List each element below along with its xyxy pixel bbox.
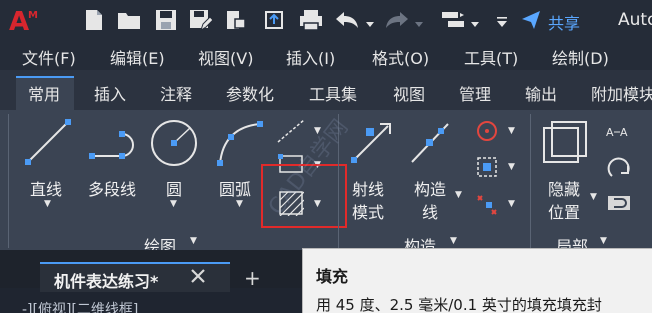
- workspace-switch-icon[interactable]: [440, 8, 464, 32]
- divide-tool-icon[interactable]: [474, 154, 500, 180]
- ray-tool-icon[interactable]: [348, 118, 392, 166]
- menu-insert[interactable]: 插入(I): [286, 45, 335, 69]
- open-folder-icon[interactable]: [116, 8, 140, 32]
- redo-dropdown-icon[interactable]: [414, 14, 424, 27]
- tab-home[interactable]: 常用: [28, 81, 60, 105]
- line-tool-icon[interactable]: [22, 118, 74, 168]
- menu-edit[interactable]: 编辑(E): [110, 45, 165, 69]
- text-align-icon[interactable]: AA: [604, 118, 634, 144]
- ray-label-line1[interactable]: 射线: [352, 176, 384, 200]
- app-logo-icon[interactable]: A M: [8, 4, 40, 37]
- polyline-tool-icon[interactable]: [88, 128, 148, 162]
- redo-icon[interactable]: [384, 8, 408, 32]
- upload-icon[interactable]: [262, 8, 286, 32]
- circle-tool-icon[interactable]: [148, 118, 200, 168]
- menu-tools[interactable]: 工具(T): [464, 45, 518, 69]
- tab-annotate[interactable]: 注释: [160, 81, 192, 105]
- tab-addins[interactable]: 附加模块: [591, 81, 652, 105]
- tab-insert[interactable]: 插入: [94, 81, 126, 105]
- tab-manage[interactable]: 管理: [459, 81, 491, 105]
- point-tool-icon[interactable]: [474, 118, 500, 144]
- save-icon[interactable]: [154, 8, 178, 32]
- workspace-dropdown-icon[interactable]: [470, 14, 480, 27]
- construct-panel-expand-icon[interactable]: ▼: [450, 236, 457, 246]
- construction-line-small-icon[interactable]: [276, 118, 306, 144]
- rotate-text-icon[interactable]: [604, 154, 634, 182]
- menu-view[interactable]: 视图(V): [198, 45, 253, 69]
- arc-tool-label[interactable]: 圆弧: [219, 176, 251, 200]
- panel-separator-2: [530, 114, 531, 248]
- hide-dropdown-icon[interactable]: ▼: [590, 192, 597, 202]
- svg-text:A: A: [620, 126, 628, 139]
- measure-dropdown-icon[interactable]: ▼: [508, 199, 515, 209]
- app-title: Auto: [618, 10, 652, 30]
- svg-text:M: M: [28, 10, 38, 21]
- tab-output[interactable]: 输出: [525, 81, 557, 105]
- divide-dropdown-icon[interactable]: ▼: [508, 162, 515, 172]
- line-dropdown-icon[interactable]: ▼: [44, 199, 51, 209]
- undo-icon[interactable]: [334, 8, 358, 32]
- tab-toolsets[interactable]: 工具集: [309, 81, 357, 105]
- new-file-icon[interactable]: [82, 8, 106, 32]
- line-tool-label[interactable]: 直线: [30, 176, 62, 200]
- xline-label-line1[interactable]: 构造: [414, 176, 446, 200]
- share-button[interactable]: 共享: [520, 9, 580, 35]
- bracket-tool-icon[interactable]: [604, 190, 634, 216]
- customize-quick-access-icon[interactable]: [496, 13, 508, 27]
- svg-text:A: A: [606, 126, 614, 139]
- hide-label-line2[interactable]: 位置: [548, 199, 580, 223]
- ray-label-line2[interactable]: 模式: [352, 199, 384, 223]
- share-label: 共享: [548, 14, 581, 33]
- arc-tool-icon[interactable]: [214, 118, 266, 168]
- local-panel-expand-icon[interactable]: ▼: [600, 236, 607, 246]
- panel-edge: [8, 114, 9, 248]
- hide-objects-icon[interactable]: [540, 118, 590, 168]
- measure-tool-icon[interactable]: [474, 190, 500, 216]
- close-tab-icon[interactable]: [190, 268, 206, 284]
- undo-dropdown-icon[interactable]: [365, 14, 375, 27]
- draw-panel-expand-icon[interactable]: ▼: [190, 236, 197, 246]
- menu-format[interactable]: 格式(O): [372, 45, 429, 69]
- point-dropdown-icon[interactable]: ▼: [508, 126, 515, 136]
- arc-dropdown-icon[interactable]: ▼: [236, 199, 243, 209]
- cloud-save-icon[interactable]: [224, 8, 248, 32]
- tab-parametric[interactable]: 参数化: [226, 81, 274, 105]
- new-tab-button[interactable]: +: [244, 266, 261, 290]
- plot-printer-icon[interactable]: [298, 8, 322, 32]
- polyline-tool-label[interactable]: 多段线: [88, 176, 136, 200]
- menu-file[interactable]: 文件(F): [22, 45, 76, 69]
- svg-text:A: A: [9, 7, 29, 36]
- circle-tool-label[interactable]: 圆: [166, 176, 182, 200]
- save-as-icon[interactable]: [188, 8, 214, 32]
- hide-label-line1[interactable]: 隐藏: [548, 176, 580, 200]
- viewport-label[interactable]: -][俯视][二维线框]: [22, 299, 138, 313]
- xline-tool-icon[interactable]: [408, 118, 452, 166]
- menu-draw[interactable]: 绘制(D): [552, 45, 609, 69]
- circle-dropdown-icon[interactable]: ▼: [170, 199, 177, 209]
- tab-view[interactable]: 视图: [393, 81, 425, 105]
- xline-dropdown-icon[interactable]: ▼: [455, 190, 462, 200]
- tooltip-description: 用 45 度、2.5 毫米/0.1 英寸的填充填充封: [316, 296, 602, 313]
- share-icon: [522, 11, 540, 29]
- xline-label-line2[interactable]: 线: [422, 199, 438, 223]
- document-tab-name[interactable]: 机件表达练习*: [54, 268, 158, 292]
- tooltip-title: 填充: [316, 267, 349, 286]
